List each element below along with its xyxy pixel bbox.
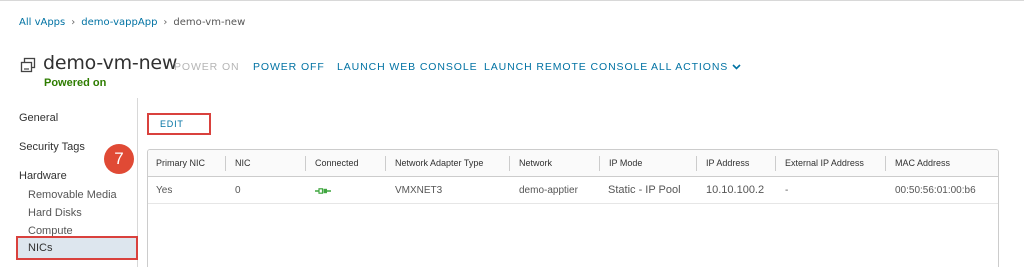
column-separator	[509, 156, 510, 171]
breadcrumb-link-vapp[interactable]: demo-vappApp	[81, 17, 157, 28]
column-separator	[305, 156, 306, 171]
column-header-primary-nic[interactable]: Primary NIC	[148, 150, 205, 177]
column-header-network[interactable]: Network	[511, 150, 552, 177]
column-header-mac-address[interactable]: MAC Address	[887, 150, 950, 177]
breadcrumb-link-all-vapps[interactable]: All vApps	[19, 17, 65, 28]
breadcrumb: All vApps › demo-vappApp › demo-vm-new	[19, 17, 245, 28]
column-separator	[599, 156, 600, 171]
datagrid-header: Primary NIC NIC Connected Network Adapte…	[148, 150, 998, 177]
chevron-right-icon: ›	[163, 17, 168, 28]
column-header-external-ip[interactable]: External IP Address	[777, 150, 864, 177]
column-separator	[385, 156, 386, 171]
sidebar-item-label: NICs	[28, 242, 53, 254]
power-on-button[interactable]: POWER ON	[174, 61, 240, 73]
breadcrumb-current: demo-vm-new	[173, 17, 246, 28]
cell-nic: 0	[235, 185, 241, 196]
vm-icon	[20, 57, 36, 73]
all-actions-dropdown[interactable]: ALL ACTIONS	[651, 61, 741, 73]
power-off-button[interactable]: POWER OFF	[253, 61, 325, 73]
cell-ip-address: 10.10.100.2	[706, 184, 765, 196]
nics-datagrid: Primary NIC NIC Connected Network Adapte…	[147, 149, 999, 267]
sidebar-item-general[interactable]: General	[19, 112, 58, 124]
column-header-connected[interactable]: Connected	[307, 150, 359, 177]
step-number-badge: 7	[104, 144, 134, 174]
column-separator	[696, 156, 697, 171]
chevron-down-icon	[732, 64, 741, 70]
sidebar-item-hard-disks[interactable]: Hard Disks	[28, 207, 82, 219]
cell-ip-mode: Static - IP Pool	[608, 184, 681, 196]
top-border	[0, 0, 1024, 1]
cell-external-ip: -	[785, 185, 789, 196]
cell-mac-address: 00:50:56:01:00:b6	[895, 185, 976, 196]
launch-web-console-button[interactable]: LAUNCH WEB CONSOLE	[337, 61, 477, 73]
all-actions-label: ALL ACTIONS	[651, 61, 729, 73]
page-title: demo-vm-new	[43, 52, 178, 74]
column-header-ip-mode[interactable]: IP Mode	[601, 150, 642, 177]
column-header-ip-address[interactable]: IP Address	[698, 150, 749, 177]
edit-button[interactable]: EDIT	[147, 113, 211, 135]
column-separator	[225, 156, 226, 171]
sidebar-section-hardware: Hardware	[19, 170, 67, 182]
cell-network: demo-apptier	[519, 185, 578, 196]
column-separator	[885, 156, 886, 171]
chevron-right-icon: ›	[71, 17, 76, 28]
column-header-nic[interactable]: NIC	[227, 150, 251, 177]
cell-adapter-type: VMXNET3	[395, 185, 443, 196]
sidebar-item-nics[interactable]: NICs	[16, 236, 138, 260]
power-status: Powered on	[44, 77, 107, 89]
connected-plug-icon	[315, 188, 331, 194]
table-row[interactable]: Yes 0 VMXNET3 demo-apptier Static - IP P…	[148, 177, 998, 204]
sidebar-item-security-tags[interactable]: Security Tags	[19, 141, 85, 153]
column-header-adapter-type[interactable]: Network Adapter Type	[387, 150, 483, 177]
column-separator	[775, 156, 776, 171]
cell-primary-nic: Yes	[156, 185, 173, 196]
launch-remote-console-button[interactable]: LAUNCH REMOTE CONSOLE	[484, 61, 648, 73]
sidebar-item-removable-media[interactable]: Removable Media	[28, 189, 117, 201]
